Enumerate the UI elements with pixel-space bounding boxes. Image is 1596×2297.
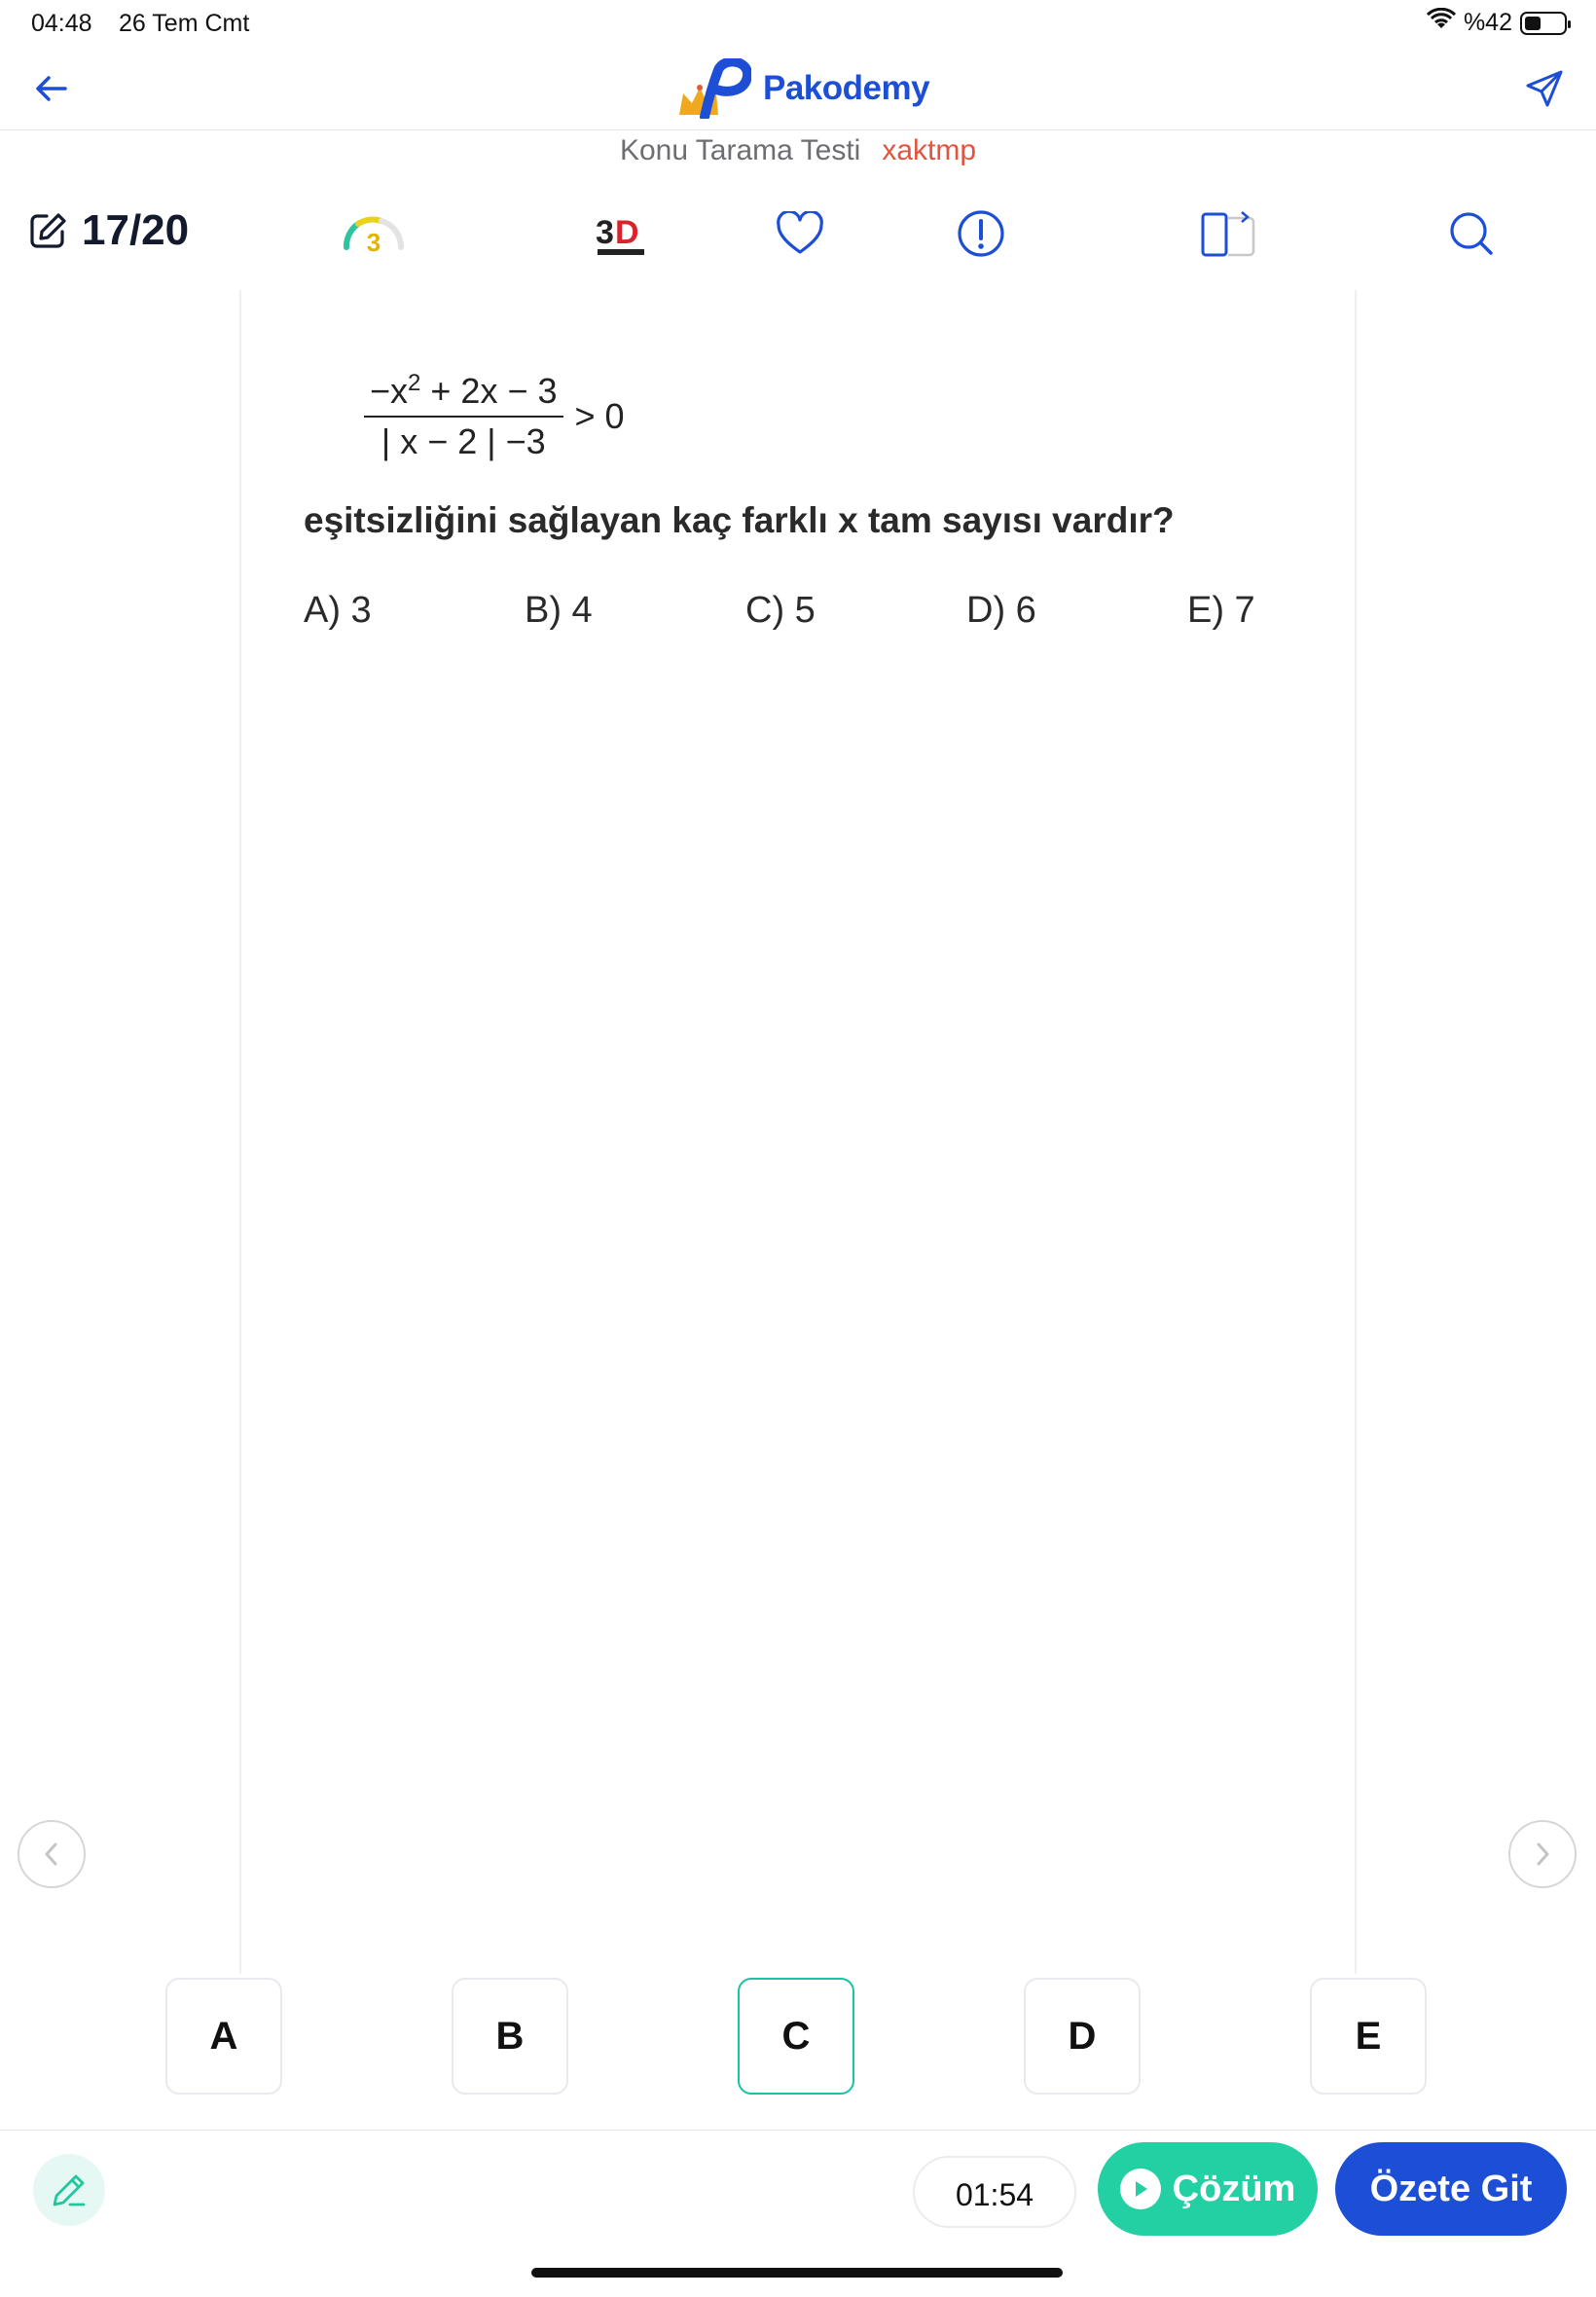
question-formula: −x2 + 2x − 3 | x − 2 | −3 > 0 [364, 370, 625, 462]
answer-button-e[interactable]: E [1310, 1978, 1427, 2095]
option-e: E) 7 [1187, 590, 1255, 631]
publisher-logo: 3 D [592, 206, 650, 261]
solution-button[interactable]: Çözüm [1098, 2142, 1318, 2236]
search-icon [1450, 212, 1493, 255]
play-icon [1119, 2169, 1161, 2209]
header: Pakodemy [0, 47, 1596, 130]
battery-percent: %42 [1463, 9, 1512, 36]
home-indicator [531, 2268, 1063, 2278]
svg-text:3: 3 [596, 214, 614, 251]
test-name: Konu Tarama Testi [619, 134, 861, 166]
chevron-right-icon [1537, 1842, 1549, 1866]
app-name: Pakodemy [763, 69, 930, 107]
draw-button[interactable] [33, 2154, 105, 2226]
option-c: C) 5 [745, 590, 816, 631]
go-to-summary-button[interactable]: Özete Git [1335, 2142, 1567, 2236]
question-toolbar: 17/20 3 3 D [0, 195, 1596, 273]
option-d: D) 6 [966, 590, 1036, 631]
numerator-lead: −x [370, 371, 409, 411]
pakodemy-logo-icon [679, 58, 751, 119]
question-counter[interactable]: 17/20 [27, 206, 189, 255]
pencil-icon [53, 2174, 86, 2206]
send-icon [1526, 70, 1563, 107]
inequality-relation: > 0 [574, 395, 625, 436]
previous-question-button[interactable] [18, 1820, 86, 1888]
question-counter-text: 17/20 [82, 206, 190, 254]
edit-icon [30, 213, 66, 248]
option-a: A) 3 [304, 590, 372, 631]
level-gauge[interactable]: 3 [339, 206, 409, 261]
numerator: −x2 + 2x − 3 [364, 370, 563, 418]
layout-toggle-button[interactable] [1199, 206, 1259, 261]
heart-icon [777, 211, 823, 254]
rotate-screen-icon [1201, 211, 1255, 257]
battery-level [1525, 16, 1541, 30]
alert-icon [958, 210, 1004, 257]
test-subtitle: Konu Tarama Testi xaktmp [0, 134, 1596, 167]
question-panel [239, 290, 1357, 1974]
status-right: %42 [1426, 7, 1571, 38]
3d-publisher-icon: 3 D [596, 214, 644, 255]
answer-button-b[interactable]: B [452, 1978, 568, 2095]
favorite-button[interactable] [773, 206, 827, 261]
svg-text:D: D [615, 214, 639, 251]
option-b: B) 4 [525, 590, 593, 631]
question-text: eşitsizliğini sağlayan kaç farklı x tam … [304, 500, 1175, 540]
numerator-rest: + 2x − 3 [420, 371, 558, 411]
fraction: −x2 + 2x − 3 | x − 2 | −3 [364, 370, 563, 462]
answer-options: A) 3 B) 4 C) 5 D) 6 E) 7 [304, 590, 1277, 638]
timer: 01:54 [913, 2156, 1076, 2228]
share-button[interactable] [1522, 66, 1567, 111]
chevron-left-icon [45, 1842, 57, 1866]
answer-button-a[interactable]: A [165, 1978, 282, 2095]
arrow-left-icon [36, 76, 67, 101]
next-question-button[interactable] [1508, 1820, 1577, 1888]
answer-button-d[interactable]: D [1024, 1978, 1141, 2095]
status-time: 04:48 [31, 10, 92, 37]
test-code: xaktmp [882, 134, 977, 166]
app-logo: Pakodemy [675, 58, 930, 119]
level-number: 3 [366, 228, 381, 257]
denominator: | x − 2 | −3 [381, 421, 546, 461]
answer-button-c[interactable]: C [738, 1978, 854, 2095]
back-button[interactable] [29, 66, 74, 111]
battery-icon [1520, 11, 1571, 35]
numerator-exponent: 2 [408, 370, 421, 396]
status-bar: 04:48 26 Tem Cmt %42 [0, 0, 1596, 47]
answer-buttons: A B C D E [0, 1978, 1596, 2095]
wifi-icon [1426, 7, 1457, 38]
solution-label: Çözüm [1172, 2168, 1296, 2209]
status-date: 26 Tem Cmt [119, 10, 250, 37]
report-button[interactable] [954, 206, 1008, 261]
zoom-button[interactable] [1444, 206, 1499, 261]
